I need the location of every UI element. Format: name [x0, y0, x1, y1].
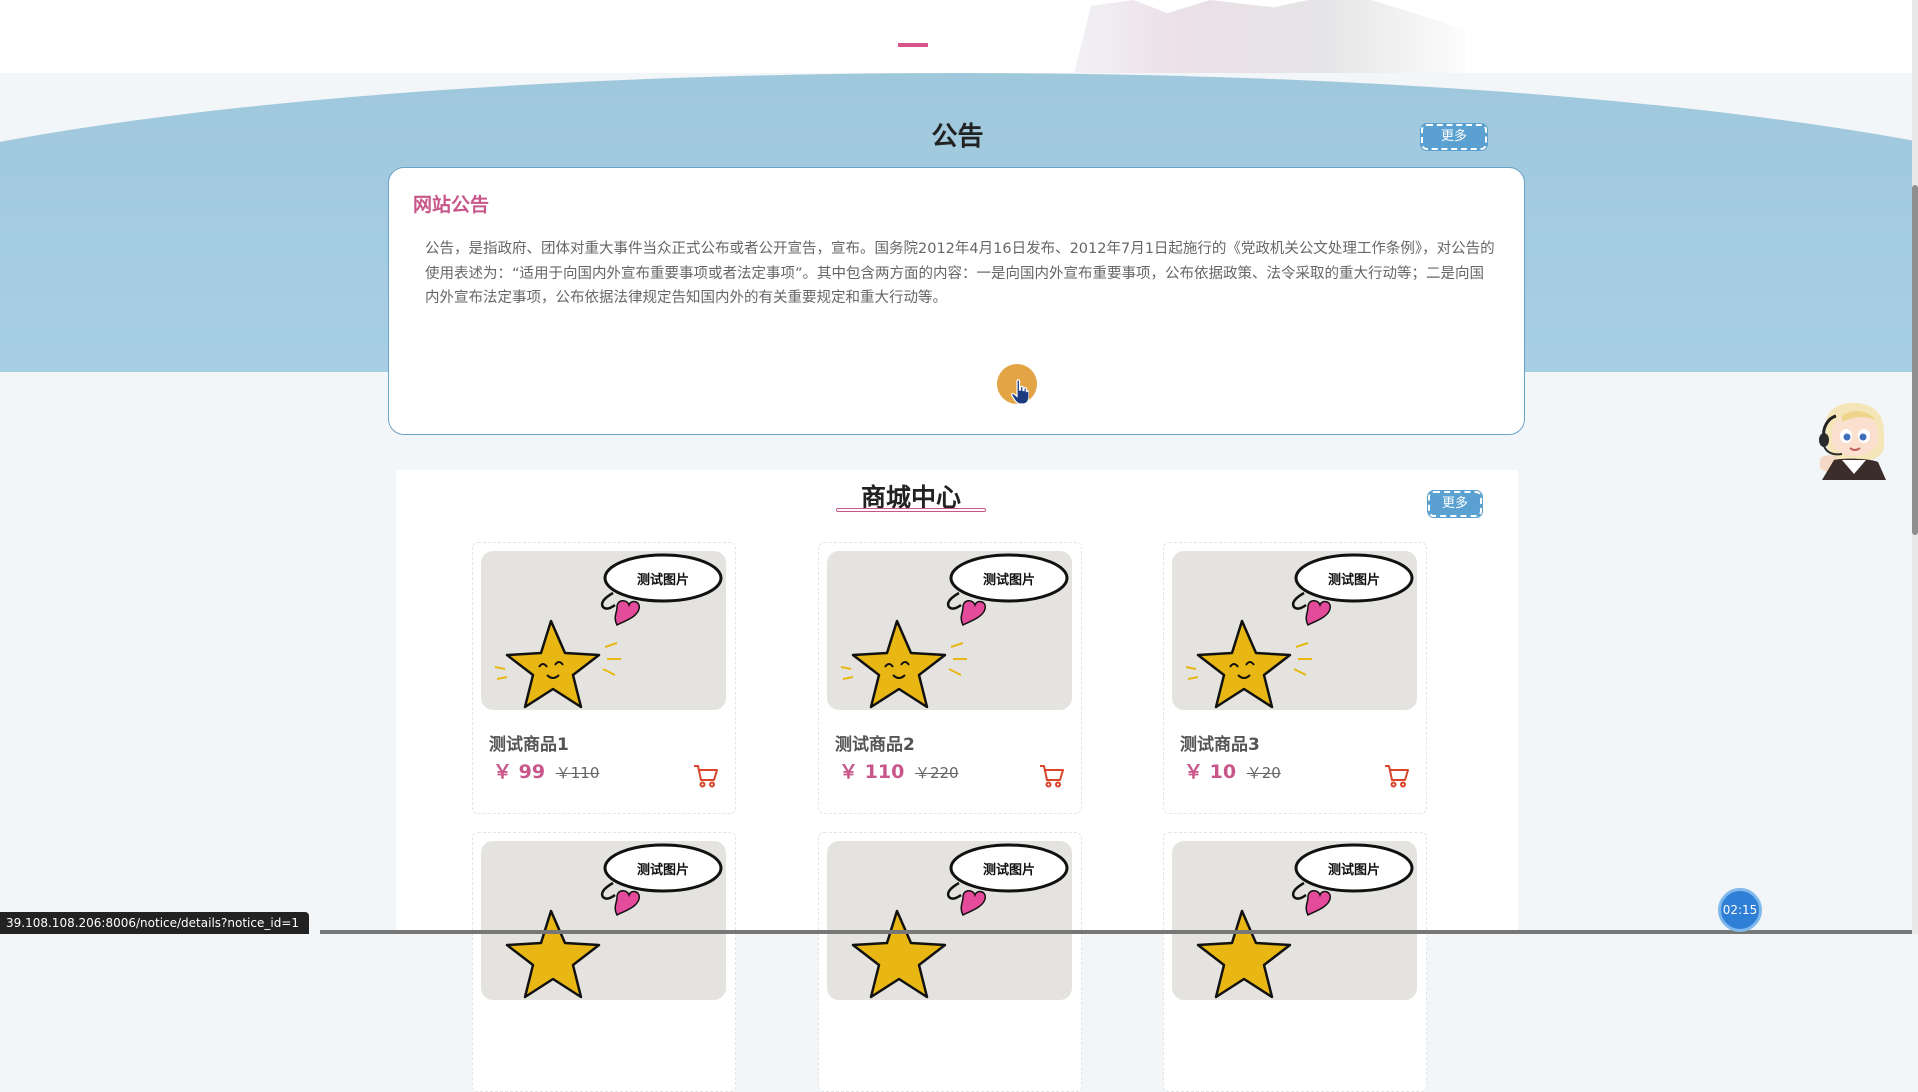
product-placeholder-image: 测试图片 [505, 843, 723, 999]
image-caption: 测试图片 [1328, 862, 1380, 878]
image-caption: 测试图片 [983, 862, 1035, 878]
notice-body-text: 公告，是指政府、团体对重大事件当众正式公布或者公开宣告，宣布。国务院2012年4… [425, 241, 1495, 306]
product-card[interactable]: 测试图片 测试商品2 ￥ 110 ￥220 [818, 542, 1082, 814]
old-currency-symbol: ￥ [1246, 764, 1262, 782]
banner-decoration [1074, 0, 1465, 73]
product-image[interactable]: 测试图片 [481, 551, 726, 710]
top-banner-strip [0, 0, 1918, 73]
countdown-timer[interactable]: 02:15 [1718, 888, 1762, 932]
product-placeholder-image: 测试图片 [1196, 843, 1414, 999]
product-old-price: ￥20 [1247, 764, 1281, 782]
product-price: 110 [864, 761, 905, 783]
product-price: 99 [518, 761, 546, 783]
shop-title-underline [836, 508, 986, 512]
product-image[interactable]: 测试图片 [1172, 841, 1417, 1000]
product-image[interactable]: 测试图片 [827, 841, 1072, 1000]
old-currency-symbol: ￥ [914, 764, 930, 782]
image-caption: 测试图片 [983, 572, 1035, 588]
bottom-divider [320, 930, 1912, 934]
product-placeholder-image: 测试图片 [1185, 553, 1414, 709]
shop-more-button[interactable]: 更多 [1427, 490, 1483, 518]
product-old-price: ￥220 [915, 764, 959, 782]
product-image[interactable]: 测试图片 [481, 841, 726, 1000]
notice-section-title: 公告 [931, 122, 984, 152]
old-price-value: 20 [1261, 764, 1281, 782]
currency-symbol: ￥ [839, 761, 859, 783]
product-image[interactable]: 测试图片 [827, 551, 1072, 710]
product-price-row: ￥ 99 ￥110 [493, 757, 599, 784]
product-placeholder-image: 测试图片 [494, 553, 723, 709]
product-old-price: ￥110 [556, 764, 600, 782]
product-card[interactable]: 测试图片 测试商品1 ￥ 99 ￥110 [472, 542, 736, 814]
old-price-value: 220 [929, 764, 959, 782]
status-url-bar: 39.108.108.206:8006/notice/details?notic… [0, 912, 310, 934]
product-name[interactable]: 测试商品2 [835, 730, 915, 755]
shopping-cart-icon[interactable] [693, 763, 719, 789]
old-price-value: 110 [570, 764, 600, 782]
image-caption: 测试图片 [637, 862, 689, 878]
product-price: 10 [1209, 761, 1237, 783]
notice-card-title[interactable]: 网站公告 [413, 190, 489, 217]
product-card[interactable]: 测试图片 [472, 832, 736, 1092]
page-scrollbar[interactable] [1912, 0, 1918, 934]
product-card[interactable]: 测试图片 [1163, 832, 1427, 1092]
product-price-row: ￥ 110 ￥220 [839, 757, 959, 784]
product-card[interactable]: 测试图片 测试商品3 ￥ 10 ￥20 [1163, 542, 1427, 814]
image-caption: 测试图片 [637, 572, 689, 588]
product-name[interactable]: 测试商品3 [1180, 730, 1260, 755]
currency-symbol: ￥ [493, 761, 513, 783]
banner-accent-bar [898, 43, 928, 47]
shopping-cart-icon[interactable] [1039, 763, 1065, 789]
shopping-cart-icon[interactable] [1384, 763, 1410, 789]
product-name[interactable]: 测试商品1 [489, 730, 569, 755]
product-image[interactable]: 测试图片 [1172, 551, 1417, 710]
assistant-avatar[interactable] [1812, 398, 1894, 480]
product-price-row: ￥ 10 ￥20 [1184, 757, 1281, 784]
image-caption: 测试图片 [1328, 572, 1380, 588]
notice-more-button[interactable]: 更多 [1420, 123, 1488, 151]
product-placeholder-image: 测试图片 [840, 553, 1069, 709]
product-card[interactable]: 测试图片 [818, 832, 1082, 1092]
scrollbar-thumb[interactable] [1912, 185, 1918, 535]
product-placeholder-image: 测试图片 [851, 843, 1069, 999]
old-currency-symbol: ￥ [555, 764, 571, 782]
hand-pointer-icon [1011, 379, 1029, 405]
notice-card[interactable]: 网站公告 公告，是指政府、团体对重大事件当众正式公布或者公开宣告，宣布。国务院2… [388, 167, 1525, 435]
currency-symbol: ￥ [1184, 761, 1204, 783]
